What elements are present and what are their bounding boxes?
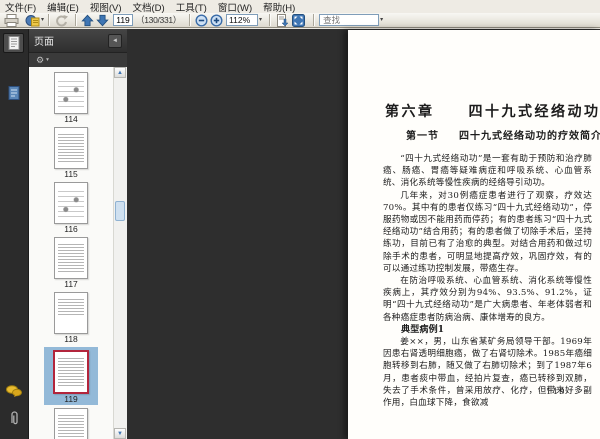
toolbar-separator [313,14,316,26]
zoom-in-button[interactable] [210,13,223,27]
thumbnail-list: 114 115 116 117 118 119 ▲ ▼ [29,67,127,439]
gear-icon[interactable]: ⚙ [36,54,44,66]
thumbnail-image [53,350,89,394]
menu-view[interactable]: 视图(V) [90,0,122,14]
thumbnail-page-117[interactable]: 117 [54,237,88,289]
zoom-in-icon [210,13,223,27]
find-input[interactable] [319,14,380,26]
zoom-out-button[interactable] [195,13,208,27]
thumbnail-label: 114 [64,114,78,124]
fullscreen-button[interactable] [292,13,306,27]
bookmarks-panel-tab[interactable] [3,83,24,103]
arrow-down-icon [96,14,109,27]
toolbar: ▾ （130 [0,13,600,28]
thumbnail-image [54,408,88,439]
thumbnail-label: 115 [64,169,78,179]
toolbar-separator [189,14,192,26]
body-paragraph: “四十九式经络动功”是一套有助于预防和治疗肺癌、肠癌、胃癌等疑难病症和呼吸系统、… [383,154,592,189]
print-button[interactable] [4,13,19,27]
thumbnail-label: 116 [64,224,78,234]
pages-panel-tab[interactable] [3,33,24,53]
comments-icon [5,385,22,397]
find-dropdown-caret-icon[interactable]: ▾ [380,13,383,27]
collaborate-button[interactable]: ▾ [25,13,44,27]
body-paragraph: 几年来，对30例癌症患者进行了观察，疗效达70%。其中有的患者仅练习“四十九式经… [383,190,592,274]
page-number-label: · 119 · [538,387,574,396]
pages-panel-header: 页面 ◄ [29,29,127,53]
arrow-up-icon [81,14,94,27]
thumbnail-page-114[interactable]: 114 [54,72,88,124]
zoom-out-icon [195,13,208,27]
panel-collapse-button[interactable]: ◄ [108,33,122,48]
thumbnail-label: 117 [64,279,78,289]
comments-panel-tab[interactable] [3,381,24,401]
section-title: 四十九式经络动功的疗效简介 [459,131,600,142]
thumbnail-page-119-selected[interactable]: 119 [44,347,98,405]
bookmarks-icon [8,86,20,100]
previous-page-button[interactable] [81,13,94,27]
previous-view-icon [54,14,69,27]
navigation-pane-strip [0,29,29,439]
thumbnail-page-116[interactable]: 116 [54,182,88,234]
thumbnail-page-118[interactable]: 118 [54,292,88,344]
menu-edit[interactable]: 编辑(E) [47,0,79,14]
thumbnail-scrollbar[interactable]: ▲ ▼ [113,67,127,439]
case-heading: 典型病例1 [401,324,445,335]
toolbar-separator [48,14,51,26]
fullscreen-icon [292,13,306,27]
previous-view-button-disabled [54,13,69,27]
options-caret-icon[interactable]: ▾ [46,57,49,63]
body-paragraph: 在防治呼吸系统、心血管系统、消化系统等慢性疾病上，其疗效分别为94%、93.5%… [383,276,592,323]
next-page-button[interactable] [96,13,109,27]
thumbnail-page-120[interactable]: 120 [54,408,88,439]
pages-icon [8,36,20,50]
printer-icon [4,13,19,27]
thumbnail-label: 119 [64,394,78,404]
menu-bar: 文件(F) 编辑(E) 视图(V) 文档(D) 工具(T) 窗口(W) 帮助(H… [0,0,600,14]
thumbnail-image [54,292,88,334]
collaborate-icon [25,14,40,27]
page-number-input[interactable] [113,14,134,26]
thumbnail-image [54,127,88,169]
page-body-text: “四十九式经络动功”是一套有助于预防和治疗肺癌、肠癌、胃癌等疑难病症和呼吸系统、… [383,153,592,409]
document-page[interactable]: 第六章 四十九式经络动功 第一节 四十九式经络动功的疗效简介 “四十九式经络动功… [348,30,600,439]
zoom-dropdown-caret-icon[interactable]: ▾ [259,13,262,27]
menu-tools[interactable]: 工具(T) [176,0,207,14]
section-title-line: 第一节 四十九式经络动功的疗效简介 [406,127,600,142]
paperclip-icon [8,410,20,425]
menu-document[interactable]: 文档(D) [132,0,164,14]
thumbnail-label: 118 [64,334,78,344]
pages-panel: 页面 ◄ ⚙ ▾ 114 115 116 117 118 119 ▲ ▼ [29,29,127,439]
thumbnail-image [54,237,88,279]
thumbnail-image [54,72,88,114]
menu-help[interactable]: 帮助(H) [263,0,295,14]
attachments-panel-tab[interactable] [3,407,24,427]
section-label: 第一节 [406,131,439,142]
scrolling-page-icon [275,13,289,27]
pages-panel-options-bar: ⚙ ▾ [29,53,127,68]
toolbar-separator [269,14,272,26]
chapter-title-line: 第六章 四十九式经络动功 [385,101,600,121]
collaborate-dropdown-caret-icon[interactable]: ▾ [41,13,44,27]
scrollbar-thumb[interactable] [115,201,125,221]
scroll-up-arrow-icon[interactable]: ▲ [114,67,126,78]
thumbnail-page-115[interactable]: 115 [54,127,88,179]
chapter-title: 四十九式经络动功 [468,104,600,120]
pdf-reader-window: 文件(F) 编辑(E) 视图(V) 文档(D) 工具(T) 窗口(W) 帮助(H… [0,0,600,439]
chapter-label: 第六章 [385,104,435,120]
menu-file[interactable]: 文件(F) [5,0,36,14]
pages-panel-title: 页面 [34,37,54,48]
body-paragraph: 姜××，男，山东省某矿务局领导干部。1969年因患右肾透明细胞癌，做了右肾切除术… [383,337,592,409]
zoom-level-combobox[interactable]: 112% [226,14,259,26]
document-workspace: 页面 ◄ ⚙ ▾ 114 115 116 117 118 119 ▲ ▼ 第六章… [0,29,600,439]
scrolling-mode-button[interactable] [275,13,289,27]
page-count-label: （130/331） [136,15,182,25]
scroll-down-arrow-icon[interactable]: ▼ [114,428,126,439]
menu-window[interactable]: 窗口(W) [218,0,252,14]
thumbnail-image [54,182,88,224]
toolbar-separator [75,14,78,26]
